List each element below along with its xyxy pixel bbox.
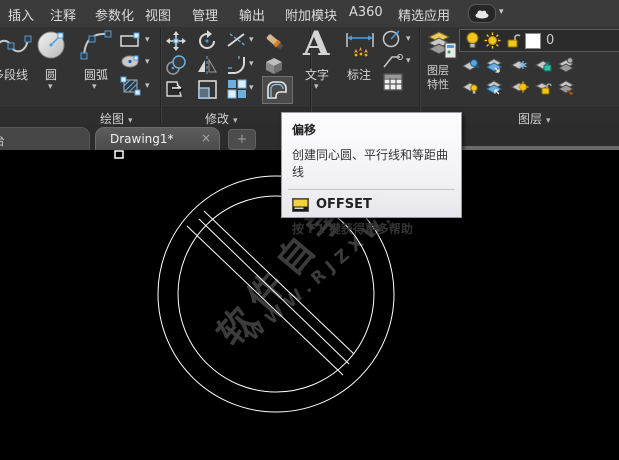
stretch-icon[interactable]: [165, 78, 187, 100]
autocad-window: 插入 注释 参数化 视图 管理 输出 附加模块 A360 精选应用 ▾: [0, 0, 619, 460]
circle-button[interactable]: 圆: [45, 66, 57, 83]
cloud-icon: [474, 9, 490, 19]
file-tab-drawing1[interactable]: Drawing1* ×: [95, 127, 220, 150]
circle-dropdown-icon[interactable]: ▾: [48, 83, 53, 92]
fillet-dropdown-icon[interactable]: ▾: [249, 60, 254, 69]
layer-on-icon[interactable]: [461, 79, 480, 96]
arc-dropdown-icon[interactable]: ▾: [92, 83, 97, 92]
mirror-icon[interactable]: [196, 54, 218, 76]
polyline-button[interactable]: 多段线: [0, 66, 28, 83]
layer-make-current-icon[interactable]: [557, 57, 576, 74]
trim-dropdown-icon[interactable]: ▾: [249, 36, 254, 45]
layer-match-icon[interactable]: [557, 79, 576, 96]
layer-unlock-tool-icon[interactable]: [534, 79, 553, 96]
ribbon-tab-manage[interactable]: 管理: [192, 5, 218, 24]
ribbon-tab-annotate[interactable]: 注释: [50, 5, 76, 24]
ribbon-display-button[interactable]: [468, 4, 496, 23]
offset-icon[interactable]: [266, 80, 288, 100]
ribbon-tab-insert[interactable]: 插入: [8, 5, 34, 24]
text-button[interactable]: 文字: [305, 66, 329, 83]
current-layer-name[interactable]: 0: [546, 33, 554, 48]
layer-thaw-icon[interactable]: [510, 79, 529, 96]
ribbon-tab-parametric[interactable]: 参数化: [95, 5, 134, 24]
circle-tool-icon[interactable]: [36, 29, 68, 61]
layer-on-bulb-icon[interactable]: [466, 32, 479, 49]
command-window-icon: [292, 198, 309, 212]
ribbon-tab-featured-apps[interactable]: 精选应用: [398, 5, 450, 24]
copy-icon[interactable]: [165, 54, 187, 76]
offset-tooltip: 偏移 创建同心圆、平行线和等距曲线 OFFSET 按 F1 键获得更多帮助: [281, 112, 462, 218]
ellipse-dropdown-icon[interactable]: ▾: [145, 58, 150, 67]
tooltip-command: OFFSET: [316, 197, 372, 212]
table-icon[interactable]: [383, 73, 403, 93]
new-tab-button[interactable]: +: [228, 129, 256, 150]
arc-tool-icon[interactable]: [80, 30, 112, 60]
leader-dropdown-icon[interactable]: ▾: [406, 57, 411, 66]
layer-color-swatch[interactable]: [525, 33, 541, 49]
tooltip-description: 创建同心圆、平行线和等距曲线: [292, 146, 451, 180]
layer-unlock-icon[interactable]: [506, 33, 520, 49]
rectangle-dropdown-icon[interactable]: ▾: [145, 36, 150, 45]
dimension-tool-icon[interactable]: [344, 31, 376, 61]
hatch-dropdown-icon[interactable]: ▾: [145, 82, 150, 91]
ribbon: 多段线 圆 ▾ 圆弧 ▾ ▾: [0, 27, 619, 125]
explode-icon[interactable]: [262, 53, 286, 77]
file-tab-label: Drawing1*: [110, 132, 174, 146]
text-dropdown-icon[interactable]: ▾: [314, 83, 319, 92]
ribbon-tab-output[interactable]: 输出: [239, 5, 265, 24]
ribbon-tab-view[interactable]: 视图: [145, 5, 171, 24]
erase-icon[interactable]: [262, 29, 286, 53]
ribbon-minimize-arrow-icon[interactable]: ▾: [499, 7, 504, 17]
cad-line: [199, 219, 349, 364]
layer-isolate-icon[interactable]: [485, 57, 504, 74]
dimension-button[interactable]: 标注: [347, 66, 371, 83]
pickbox-cursor: [115, 151, 123, 158]
layer-freeze-icon[interactable]: [510, 57, 529, 74]
array-dropdown-icon[interactable]: ▾: [249, 84, 254, 93]
layer-off-icon[interactable]: [461, 57, 480, 74]
ribbon-tab-addins[interactable]: 附加模块: [285, 5, 337, 24]
center-mark-dropdown-icon[interactable]: ▾: [406, 35, 411, 44]
hatch-tool-icon[interactable]: [121, 77, 141, 95]
tooltip-help: 按 F1 键获得更多帮助: [292, 220, 451, 237]
cad-line: [187, 226, 343, 375]
text-tool-icon[interactable]: A: [303, 27, 329, 61]
trim-icon[interactable]: [226, 32, 248, 50]
layer-unisolate-icon[interactable]: [485, 79, 504, 96]
center-mark-icon[interactable]: [382, 30, 402, 48]
ribbon-tab-a360[interactable]: A360: [349, 5, 383, 20]
layer-properties-button[interactable]: 图层 特性: [427, 64, 449, 92]
scale-icon[interactable]: [196, 78, 218, 100]
file-tab-close-icon[interactable]: ×: [201, 131, 211, 145]
arc-button[interactable]: 圆弧: [84, 66, 108, 83]
tooltip-title: 偏移: [292, 121, 451, 138]
fillet-icon[interactable]: [226, 54, 248, 76]
array-icon[interactable]: [226, 78, 248, 100]
file-tab-start[interactable]: 台: [0, 127, 90, 150]
polyline-icon[interactable]: [0, 32, 34, 60]
layer-properties-icon[interactable]: [424, 29, 458, 61]
move-icon[interactable]: [165, 30, 187, 52]
leader-icon[interactable]: [382, 53, 404, 69]
layer-select[interactable]: 0: [459, 29, 619, 52]
ellipse-tool-icon[interactable]: [121, 55, 141, 68]
rotate-icon[interactable]: [196, 30, 218, 52]
layer-lock-icon[interactable]: [534, 57, 553, 74]
layer-freeze-sun-icon[interactable]: [484, 32, 501, 49]
rectangle-tool-icon[interactable]: [119, 33, 141, 48]
